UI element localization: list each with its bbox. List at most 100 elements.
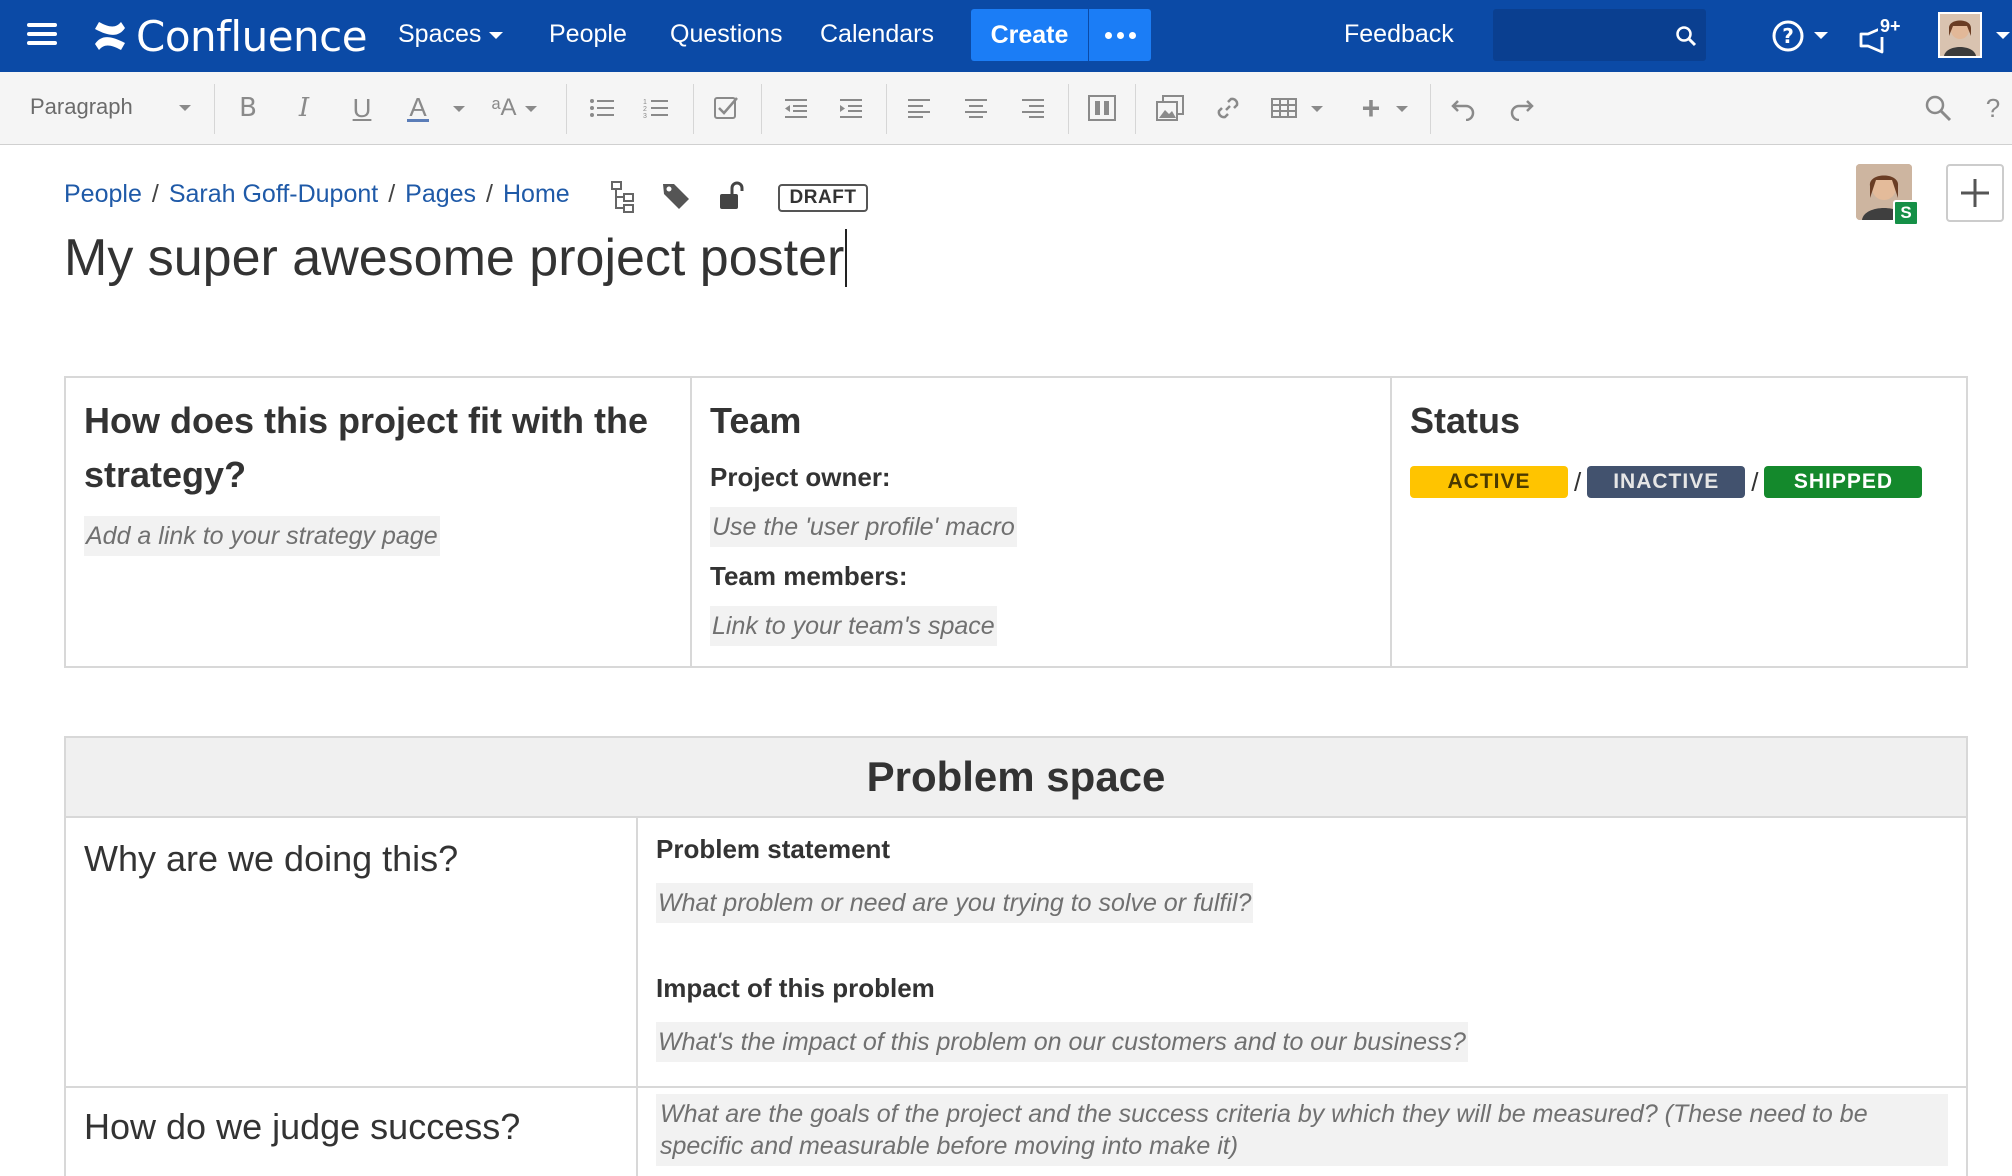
problem-statement-placeholder[interactable]: What problem or need are you trying to s… — [656, 883, 1253, 923]
italic-button[interactable]: I — [286, 90, 322, 126]
project-overview-table: How does this project fit with the strat… — [64, 376, 1968, 668]
page-layout-icon[interactable] — [1084, 90, 1120, 126]
user-avatar[interactable] — [1938, 12, 1982, 58]
menu-icon[interactable] — [24, 18, 60, 54]
feedback-link[interactable]: Feedback — [1344, 0, 1454, 72]
svg-text:2: 2 — [643, 106, 647, 113]
breadcrumb-user[interactable]: Sarah Goff-Dupont — [169, 180, 378, 209]
status-separator: / — [1751, 467, 1758, 498]
brand-name: Confluence — [136, 12, 367, 61]
confluence-logo[interactable]: Confluence — [92, 12, 367, 60]
redo-icon[interactable] — [1503, 90, 1539, 126]
impact-placeholder[interactable]: What's the impact of this problem on our… — [656, 1022, 1468, 1062]
text-size-icon[interactable]: ᵃA — [484, 90, 524, 126]
labels-tag-icon[interactable] — [660, 180, 694, 214]
restrictions-unlock-icon[interactable] — [716, 180, 750, 214]
insert-image-icon[interactable] — [1152, 90, 1188, 126]
table-row: How does this project fit with the strat… — [65, 377, 1967, 667]
collaborator-initial-badge: S — [1893, 200, 1919, 226]
table-chevron-down-icon[interactable] — [1311, 106, 1323, 112]
plus-icon — [1948, 166, 2002, 220]
breadcrumb-separator: / — [152, 180, 159, 209]
search-input[interactable] — [1493, 9, 1663, 61]
search-icon[interactable] — [1675, 25, 1697, 47]
chevron-down-icon — [179, 105, 191, 111]
svg-text:?: ? — [1782, 24, 1794, 48]
why-label: Why are we doing this? — [84, 838, 618, 880]
problem-space-table: Problem space Why are we doing this? Pro… — [64, 736, 1968, 1176]
toolbar-divider — [1068, 84, 1069, 134]
breadcrumb-people[interactable]: People — [64, 180, 142, 209]
toolbar-divider — [761, 84, 762, 134]
problem-statement-heading: Problem statement — [656, 834, 1948, 865]
align-center-icon[interactable] — [958, 90, 994, 126]
create-more-button[interactable] — [1089, 9, 1151, 61]
success-content-cell[interactable]: What are the goals of the project and th… — [637, 1087, 1967, 1176]
user-avatar-image — [1940, 14, 1980, 56]
insert-chevron-down-icon[interactable] — [1396, 106, 1408, 112]
success-placeholder[interactable]: What are the goals of the project and th… — [656, 1094, 1948, 1166]
notifications-button[interactable]: 9+ — [1858, 16, 1902, 56]
status-lozenge-active[interactable]: ACTIVE — [1410, 466, 1568, 498]
invite-collaborator-button[interactable] — [1946, 164, 2004, 222]
bullet-list-icon[interactable] — [584, 90, 620, 126]
paragraph-style-dropdown[interactable]: Paragraph — [30, 94, 191, 120]
nav-spaces[interactable]: Spaces — [398, 0, 503, 72]
status-heading: Status — [1410, 394, 1948, 448]
undo-icon[interactable] — [1446, 90, 1482, 126]
insert-link-icon[interactable] — [1210, 90, 1246, 126]
numbered-list-icon[interactable]: 123 — [638, 90, 674, 126]
success-label: How do we judge success? — [84, 1106, 618, 1148]
paragraph-style-label: Paragraph — [30, 94, 133, 119]
why-content-cell[interactable]: Problem statement What problem or need a… — [637, 817, 1967, 1087]
find-replace-icon[interactable] — [1920, 90, 1956, 126]
underline-button[interactable]: U — [344, 90, 380, 126]
notification-count: 9+ — [1878, 16, 1903, 37]
breadcrumb-pages[interactable]: Pages — [405, 180, 476, 209]
create-button[interactable]: Create — [971, 9, 1088, 61]
align-right-icon[interactable] — [1015, 90, 1051, 126]
team-members-label: Team members: — [710, 561, 1372, 592]
team-cell[interactable]: Team Project owner: Use the 'user profil… — [691, 377, 1391, 667]
status-lozenge-inactive[interactable]: INACTIVE — [1587, 466, 1745, 498]
top-navigation-bar: Confluence Spaces People Questions Calen… — [0, 0, 2012, 72]
problem-space-header[interactable]: Problem space — [65, 737, 1967, 817]
status-cell[interactable]: Status ACTIVE / INACTIVE / SHIPPED — [1391, 377, 1967, 667]
text-color-chevron-down-icon[interactable] — [453, 106, 465, 112]
status-lozenge-shipped[interactable]: SHIPPED — [1764, 466, 1922, 498]
help-icon[interactable]: ? — [1770, 18, 1806, 54]
help-chevron-down-icon[interactable] — [1814, 32, 1828, 39]
indent-icon[interactable] — [833, 90, 869, 126]
outdent-icon[interactable] — [778, 90, 814, 126]
team-members-placeholder[interactable]: Link to your team's space — [710, 606, 997, 646]
text-color-button[interactable]: A — [400, 90, 436, 126]
keyboard-help-icon[interactable]: ? — [1978, 90, 2008, 126]
bold-button[interactable]: B — [230, 90, 266, 126]
strategy-placeholder[interactable]: Add a link to your strategy page — [84, 516, 440, 556]
success-label-cell[interactable]: How do we judge success? — [65, 1087, 637, 1176]
nav-calendars[interactable]: Calendars — [820, 0, 934, 72]
nav-people[interactable]: People — [549, 0, 627, 72]
breadcrumb-separator: / — [388, 180, 395, 209]
toolbar-divider — [214, 84, 215, 134]
align-left-icon[interactable] — [901, 90, 937, 126]
insert-more-icon[interactable]: + — [1353, 90, 1389, 126]
insert-table-icon[interactable] — [1266, 90, 1302, 126]
project-owner-placeholder[interactable]: Use the 'user profile' macro — [710, 507, 1017, 547]
breadcrumb-home[interactable]: Home — [503, 180, 570, 209]
page-tree-icon[interactable] — [608, 180, 642, 214]
project-owner-label: Project owner: — [710, 462, 1372, 493]
page-title-input[interactable]: My super awesome project poster — [64, 228, 847, 288]
why-label-cell[interactable]: Why are we doing this? — [65, 817, 637, 1087]
toolbar-divider — [1135, 84, 1136, 134]
confluence-logo-icon — [92, 18, 128, 54]
svg-text:3: 3 — [643, 113, 647, 119]
profile-chevron-down-icon[interactable] — [1996, 32, 2010, 39]
text-size-chevron-down-icon[interactable] — [525, 106, 537, 112]
strategy-cell[interactable]: How does this project fit with the strat… — [65, 377, 691, 667]
nav-questions[interactable]: Questions — [670, 0, 783, 72]
toolbar-divider — [1430, 84, 1431, 134]
svg-text:1: 1 — [643, 99, 647, 106]
status-separator: / — [1574, 467, 1581, 498]
task-list-icon[interactable] — [708, 90, 744, 126]
